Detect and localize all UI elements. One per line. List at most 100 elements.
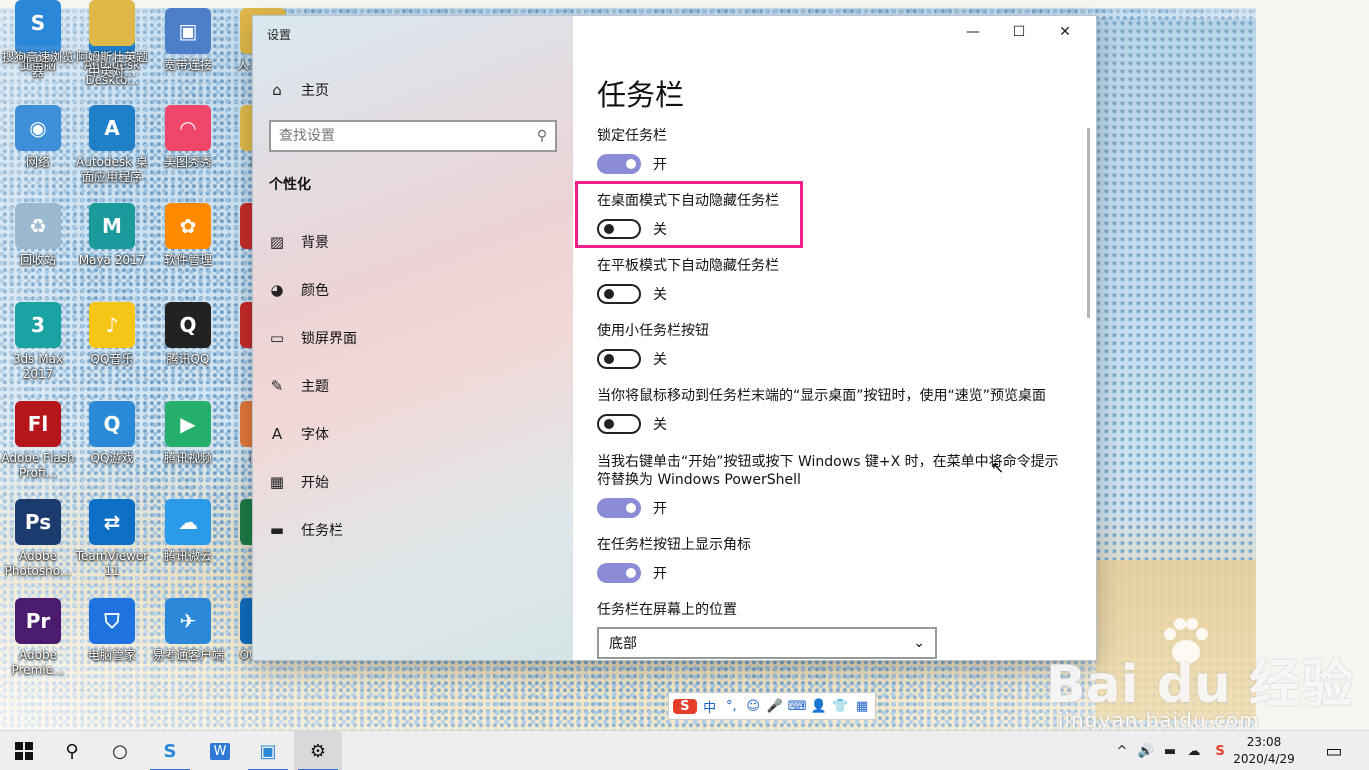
- nav-item-1[interactable]: ▨ 背景: [253, 220, 573, 264]
- sogou-logo-icon[interactable]: S: [673, 698, 697, 714]
- keyboard-icon[interactable]: ⌨: [788, 699, 807, 714]
- taskbar-app-settings[interactable]: ⚙: [294, 731, 342, 770]
- desktop-icon[interactable]: ✿ 软件管理: [151, 203, 225, 268]
- desktop-icon-label: 美图秀秀: [163, 155, 212, 169]
- battery-icon[interactable]: ▬: [1158, 731, 1182, 770]
- desktop-icon[interactable]: ⇄ TeamViewer 11: [75, 499, 149, 579]
- punctuation-icon[interactable]: °,: [722, 699, 740, 714]
- toggle-switch[interactable]: [597, 349, 641, 369]
- chinese-mode-icon[interactable]: 中: [701, 697, 719, 716]
- desktop-icon[interactable]: Q QQ游戏: [75, 401, 149, 466]
- notification-button[interactable]: ▭: [1310, 731, 1358, 770]
- nav-item-label: 锁屏界面: [301, 331, 357, 347]
- sogou-tray-icon[interactable]: S: [1208, 731, 1232, 770]
- toggle-setting: 在平板模式下自动隐藏任务栏关: [597, 257, 1067, 304]
- search-taskbar-button[interactable]: ⚲: [48, 731, 96, 770]
- search-box[interactable]: ⚲: [269, 120, 557, 152]
- minimize-button[interactable]: —: [950, 16, 996, 48]
- app-icon: S: [15, 0, 61, 46]
- desktop-icon-label: 3ds Max 2017: [12, 352, 64, 381]
- nav-home[interactable]: ⌂ 主页: [253, 68, 573, 112]
- desktop-icon[interactable]: ◉ 网络: [1, 105, 75, 170]
- desktop-icon[interactable]: ♪ QQ音乐: [75, 302, 149, 367]
- toggle-state-label: 关: [653, 287, 667, 303]
- task-view-button[interactable]: ○: [96, 731, 144, 770]
- taskbar-app-control-panel[interactable]: ▣: [244, 731, 292, 770]
- desktop-icon-label: Maya 2017: [78, 253, 146, 267]
- taskbar-position-dropdown[interactable]: 底部 ⌄: [597, 627, 937, 659]
- nav-item-5[interactable]: A 字体: [253, 412, 573, 456]
- lockscreen-icon: ▭: [269, 329, 285, 347]
- toggle-switch[interactable]: [597, 154, 641, 174]
- desktop-icon-label: 腾讯视频: [163, 451, 212, 465]
- desktop-icon[interactable]: ▣ 宽带连接: [151, 8, 225, 73]
- desktop-icon-label: Autodesk 桌面应用程序: [76, 155, 148, 184]
- nav-item-4[interactable]: ✎ 主题: [253, 364, 573, 408]
- desktop-icon[interactable]: Ps Adobe Photosho...: [1, 499, 75, 579]
- desktop-icon[interactable]: Pr Adobe Premie...: [1, 598, 75, 678]
- network-icon[interactable]: ☁: [1182, 731, 1206, 770]
- toggle-switch[interactable]: [597, 414, 641, 434]
- home-icon: ⌂: [272, 81, 282, 99]
- page-title: 任务栏: [597, 78, 685, 112]
- clock-time: 23:08: [1246, 735, 1282, 749]
- microphone-icon[interactable]: 🎤: [766, 699, 784, 714]
- nav-item-2[interactable]: ◕ 颜色: [253, 268, 573, 312]
- cortana-icon: ○: [112, 740, 128, 762]
- app-icon: Pr: [15, 598, 61, 644]
- desktop-icon-label: 电脑管家: [87, 648, 136, 662]
- mouse-cursor-icon: ↖: [991, 458, 1005, 477]
- notification-icon: ▭: [1325, 740, 1343, 762]
- app-icon: ▶: [165, 401, 211, 447]
- desktop-icon[interactable]: A Autodesk 桌面应用程序: [75, 105, 149, 185]
- desktop-icon[interactable]: M Maya 2017: [75, 203, 149, 268]
- desktop-icon[interactable]: 阿姆斯壮英题中英对...: [75, 0, 149, 80]
- nav-item-label: 主题: [301, 379, 329, 395]
- desktop-icon[interactable]: ⛉ 电脑管家: [75, 598, 149, 663]
- sogou-browser-icon: S: [163, 740, 177, 762]
- search-input[interactable]: [279, 128, 529, 144]
- desktop-icon[interactable]: 3 3ds Max 2017: [1, 302, 75, 382]
- app-icon: A: [89, 105, 135, 151]
- toggle-switch[interactable]: [597, 498, 641, 518]
- desktop-icon[interactable]: ▶ 腾讯视频: [151, 401, 225, 466]
- wallpaper-edge: [1256, 0, 1369, 730]
- desktop-icon[interactable]: S 搜狗高速浏览器: [1, 0, 75, 80]
- desktop-icon-label: 网络: [25, 155, 50, 169]
- emoji-icon[interactable]: ☺: [744, 699, 762, 714]
- maximize-button[interactable]: ☐: [996, 16, 1042, 48]
- desktop-icon[interactable]: Q 腾讯QQ: [151, 302, 225, 367]
- toggle-row: 关: [597, 349, 1067, 369]
- close-button[interactable]: ✕: [1042, 16, 1088, 48]
- desktop-icon[interactable]: ◠ 美图秀秀: [151, 105, 225, 170]
- setting-label: 在平板模式下自动隐藏任务栏: [597, 258, 779, 274]
- toggle-switch[interactable]: [597, 563, 641, 583]
- gear-icon: ⚙: [309, 740, 327, 762]
- app-icon: Q: [165, 302, 211, 348]
- taskbar-app-wps[interactable]: W: [196, 731, 244, 770]
- desktop-icon[interactable]: Fl Adobe Flash Profi...: [1, 401, 75, 481]
- skin-icon[interactable]: 👕: [832, 699, 850, 714]
- user-icon[interactable]: 👤: [810, 699, 828, 714]
- ime-toolbar[interactable]: S 中 °, ☺ 🎤 ⌨ 👤 👕 ▦: [668, 692, 876, 720]
- desktop-icon[interactable]: ✈ 易考通客户端: [151, 598, 225, 663]
- nav-item-7[interactable]: ▬ 任务栏: [253, 508, 573, 552]
- nav-item-3[interactable]: ▭ 锁屏界面: [253, 316, 573, 360]
- taskbar-icon: ▬: [269, 521, 285, 539]
- start-button[interactable]: [0, 731, 48, 770]
- taskbar-app-sogou-browser[interactable]: S: [146, 731, 194, 770]
- search-icon[interactable]: ⚲: [529, 128, 555, 144]
- nav-item-6[interactable]: ▦ 开始: [253, 460, 573, 504]
- toggle-setting: 使用小任务栏按钮关: [597, 322, 1067, 369]
- desktop-icon-label: TeamViewer 11: [75, 549, 149, 578]
- desktop-icon[interactable]: ♻ 回收站: [1, 203, 75, 268]
- scrollbar[interactable]: [1087, 128, 1090, 318]
- settings-content: — ☐ ✕ 任务栏 锁定任务栏开在桌面模式下自动隐藏任务栏关在平板模式下自动隐藏…: [573, 16, 1096, 660]
- toggle-switch[interactable]: [597, 284, 641, 304]
- volume-icon[interactable]: 🔊: [1134, 731, 1158, 770]
- desktop-icon-label: 阿姆斯壮英题中英对...: [75, 50, 148, 79]
- clock[interactable]: 23:08 2020/4/29: [1232, 734, 1296, 768]
- desktop-icon[interactable]: ☁ 腾讯微云: [151, 499, 225, 564]
- toolbox-icon[interactable]: ▦: [853, 699, 871, 714]
- show-hidden-icons-icon[interactable]: ^: [1110, 731, 1134, 770]
